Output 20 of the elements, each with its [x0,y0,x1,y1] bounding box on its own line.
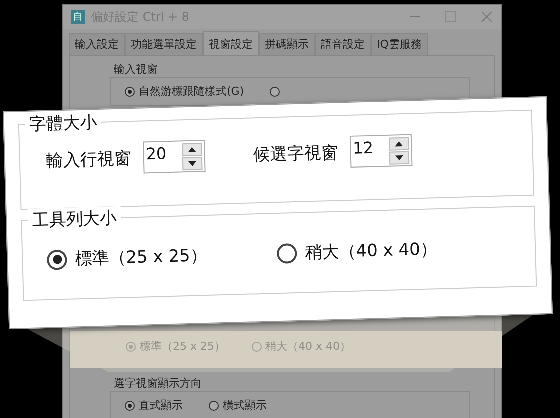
number-spinner[interactable]: 12 [350,134,413,168]
radio-label: 稍大（40 x 40） [304,238,438,264]
tab[interactable]: 輸入設定 [69,33,125,55]
group-title: 選字視窗顯示方向 [114,376,203,391]
radio-label: 橫式顯示 [223,398,267,413]
radio-label: 標準（25 x 25） [74,245,208,271]
number-spinner[interactable]: 20 [142,140,206,174]
group-title: 輸入視窗 [114,62,159,77]
radio-label: 直式顯示 [139,398,183,413]
field-label: 輸入行視窗 [46,148,132,172]
tab[interactable]: IQ雲服務 [371,33,428,55]
tab[interactable]: 拼碼顯示 [259,33,315,55]
radio-label: 標準（25 x 25） [140,339,226,354]
tab[interactable]: 功能選單設定 [125,33,203,55]
field-label: 候選字視窗 [253,142,339,166]
radio-label: 自然游標跟隨樣式(G) [139,84,244,99]
radio-label: 稍大（40 x 40） [266,339,351,354]
app-icon: 自 [71,10,85,24]
tab[interactable]: 語音設定 [315,33,371,55]
tab[interactable]: 視窗設定 [203,31,259,55]
